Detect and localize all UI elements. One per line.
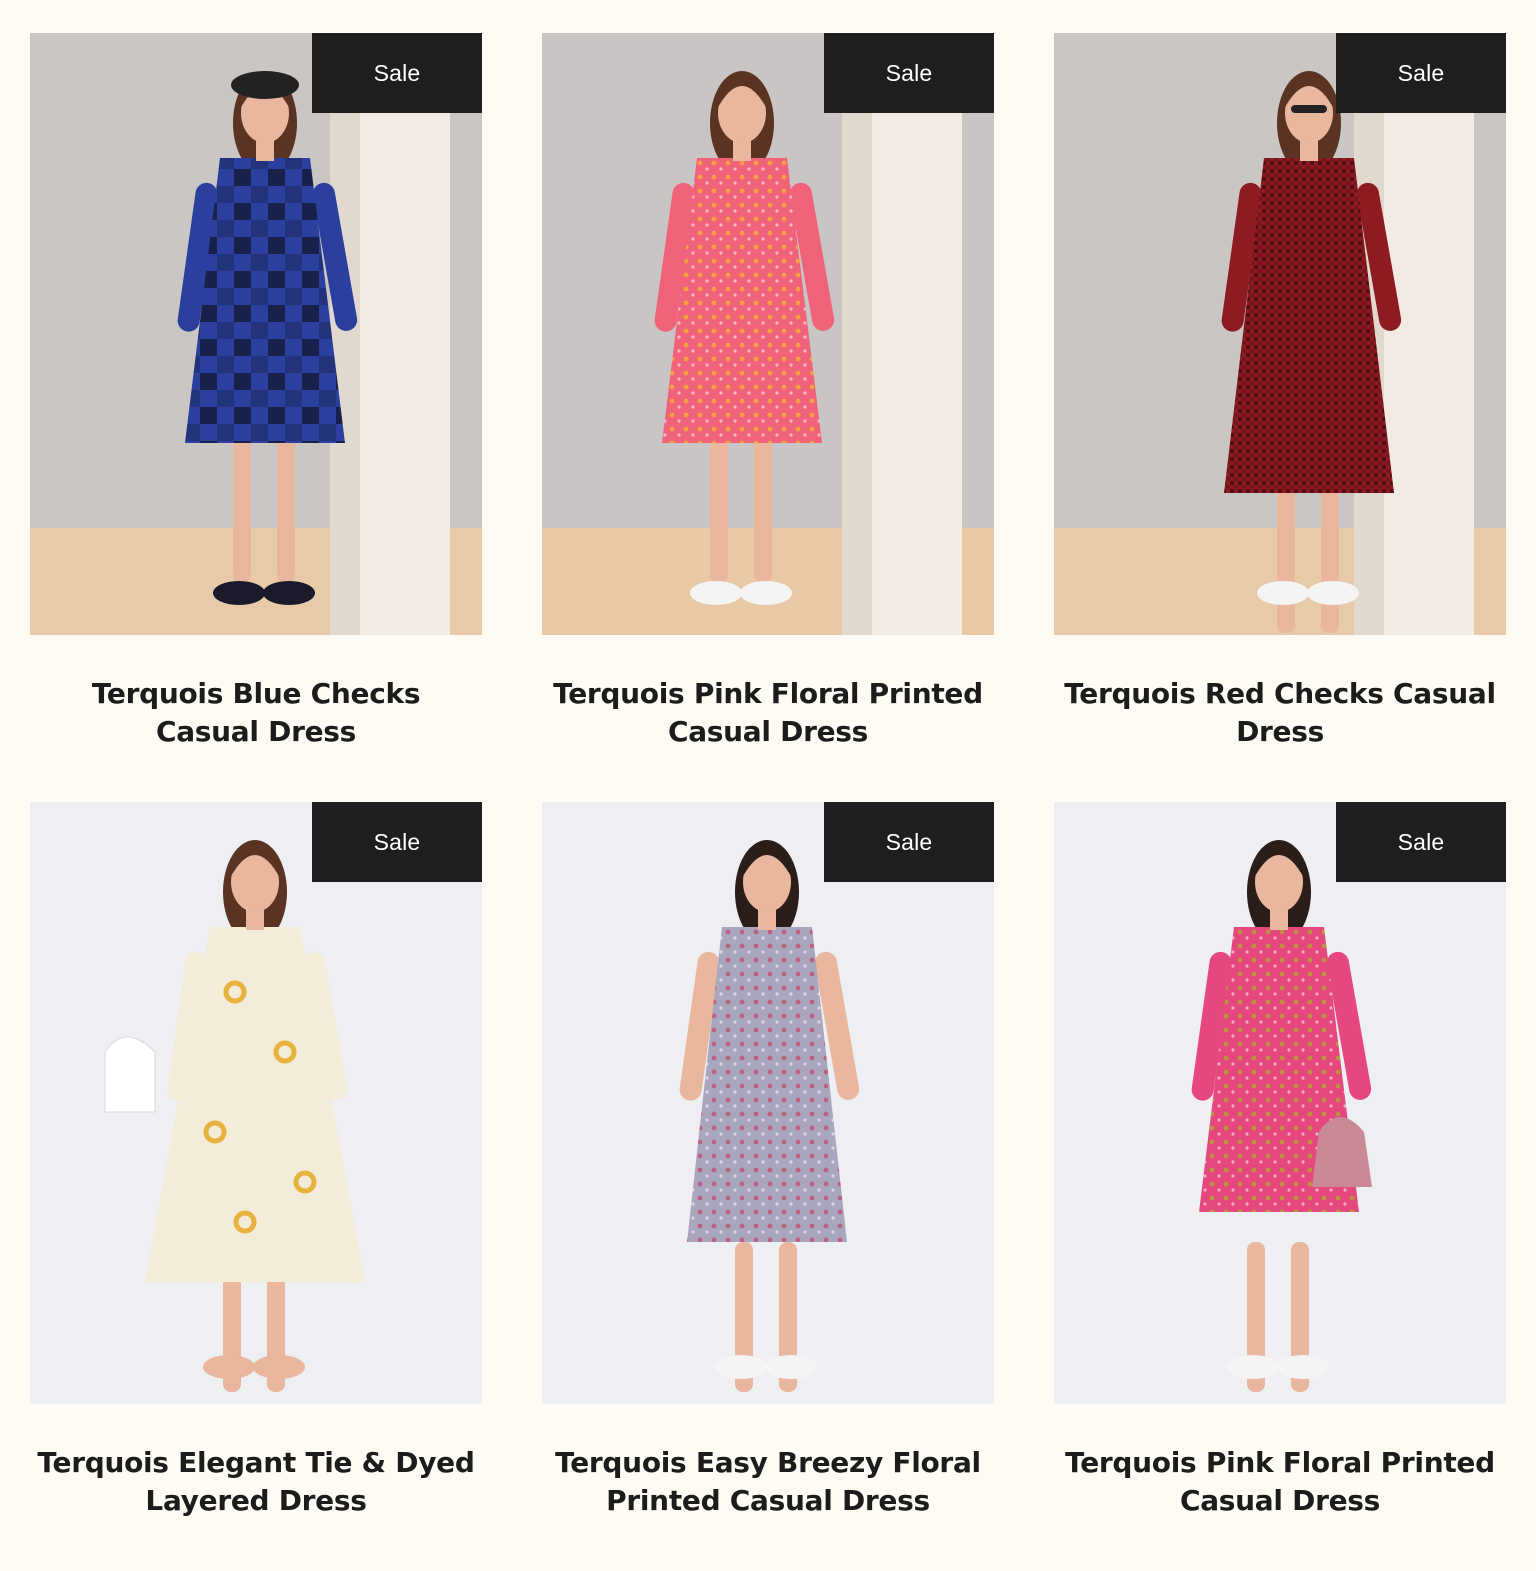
model-blue-check-dress-image (30, 33, 482, 635)
sale-badge: Sale (824, 802, 994, 882)
product-title[interactable]: Terquois Pink Floral Printed Casual Dres… (542, 675, 994, 751)
model-grey-floral-dress-image (542, 802, 994, 1404)
sale-badge: Sale (1336, 802, 1506, 882)
product-card[interactable]: Sale Terquois Pink Floral Printed Casual… (1054, 802, 1506, 1571)
product-title[interactable]: Terquois Easy Breezy Floral Printed Casu… (542, 1444, 994, 1520)
product-image-container[interactable]: Sale (30, 802, 482, 1404)
model-pink-print-dress-image (1054, 802, 1506, 1404)
sale-badge: Sale (1336, 33, 1506, 113)
product-grid: Sale Terquois Blue Checks Casual Dress S… (30, 33, 1506, 1571)
product-card[interactable]: Sale Terquois Red Checks Casual Dress (1054, 33, 1506, 802)
product-card[interactable]: Sale Terquois Blue Checks Casual Dress (30, 33, 482, 802)
model-pink-floral-dress-image (542, 33, 994, 635)
product-image-container[interactable]: Sale (1054, 33, 1506, 635)
product-title[interactable]: Terquois Pink Floral Printed Casual Dres… (1054, 1444, 1506, 1520)
product-title[interactable]: Terquois Red Checks Casual Dress (1054, 675, 1506, 751)
product-image-container[interactable]: Sale (1054, 802, 1506, 1404)
product-image-container[interactable]: Sale (542, 802, 994, 1404)
sale-badge: Sale (312, 33, 482, 113)
sale-badge: Sale (824, 33, 994, 113)
sale-badge: Sale (312, 802, 482, 882)
model-red-check-dress-image (1054, 33, 1506, 635)
product-card[interactable]: Sale Terquois Elegant Tie & Dyed Layered… (30, 802, 482, 1571)
product-image-container[interactable]: Sale (30, 33, 482, 635)
product-title[interactable]: Terquois Elegant Tie & Dyed Layered Dres… (30, 1444, 482, 1520)
product-card[interactable]: Sale Terquois Easy Breezy Floral Printed… (542, 802, 994, 1571)
model-cream-tiedye-dress-image (30, 802, 482, 1404)
product-card[interactable]: Sale Terquois Pink Floral Printed Casual… (542, 33, 994, 802)
product-title[interactable]: Terquois Blue Checks Casual Dress (30, 675, 482, 751)
product-image-container[interactable]: Sale (542, 33, 994, 635)
